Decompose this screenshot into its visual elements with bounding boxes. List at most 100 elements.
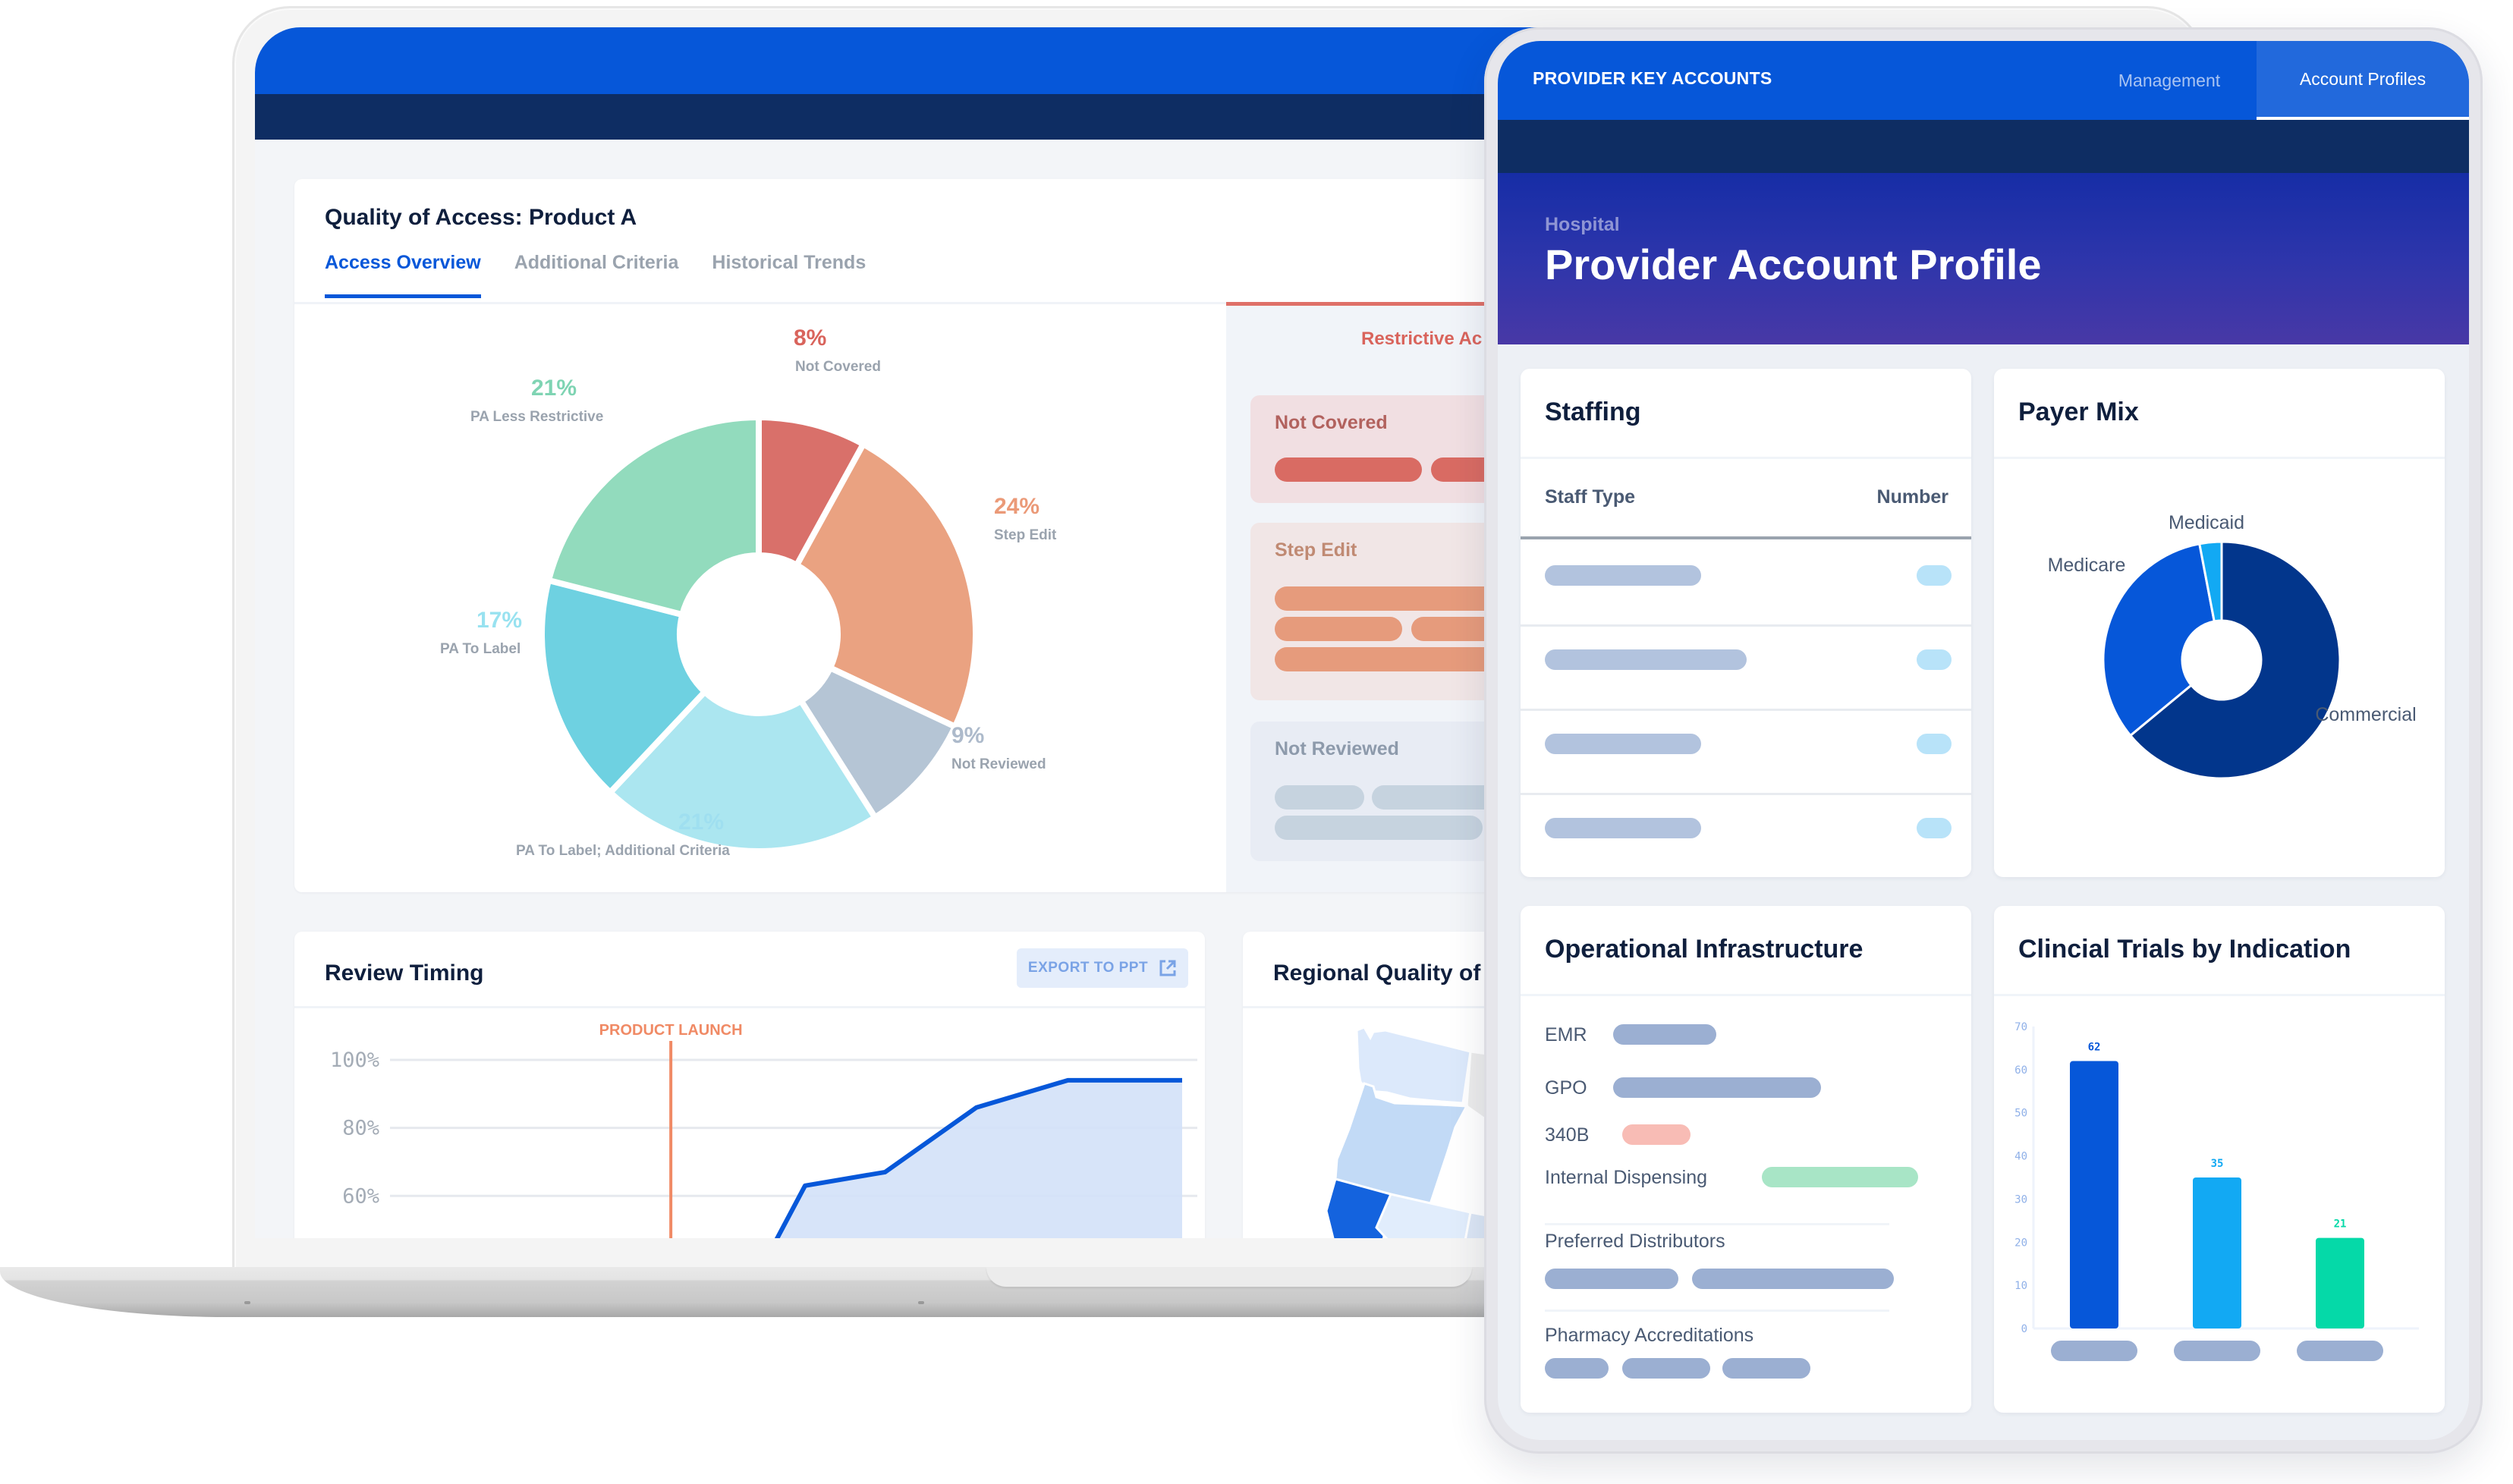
divider [1521,994,1971,996]
restrictive-access-title: Restrictive Ac [1361,329,1483,349]
tablet-screen: PROVIDER KEY ACCOUNTS Management Account… [1498,41,2469,1440]
tab-historical-trends[interactable]: Historical Trends [712,252,866,298]
category-placeholder [2297,1341,2383,1361]
laptop-foot [244,1301,250,1304]
pharmacy-accreditations-label: Pharmacy Accreditations [1545,1325,1754,1346]
ops-label-emr: EMR [1545,1024,1587,1045]
export-label: EXPORT TO PPT [1027,960,1149,976]
quality-of-access-card: Quality of Access: Product A Access Over… [294,179,1539,892]
export-to-ppt-button[interactable]: EXPORT TO PPT [1017,948,1188,988]
column-header-number[interactable]: Number [1877,486,1948,508]
placeholder-bar [1545,565,1701,586]
placeholder-bar [1613,1077,1821,1098]
review-timing-title: Review Timing [325,961,484,986]
payer-mix-title: Payer Mix [2018,398,2139,426]
tab-additional-criteria[interactable]: Additional Criteria [514,252,679,298]
slice-label-name: Not Covered [795,359,881,375]
divider [1545,1223,1889,1225]
placeholder-bar [1545,818,1701,838]
table-row[interactable] [1521,627,1971,711]
placeholder-bar [1622,1124,1691,1145]
slice-label-name: PA To Label [440,641,521,657]
placeholder-bar [1722,1358,1810,1379]
placeholder-bar [1545,1269,1678,1289]
quality-of-access-title: Quality of Access: Product A [325,205,637,230]
review-timing-chart: 100% 80% 60% PRODUCT LAUNCH [330,1022,1197,1238]
slice-label-pct: 17% [476,608,523,633]
brand-title[interactable]: PROVIDER KEY ACCOUNTS [1533,68,1772,89]
y-tick-label: 70 [2014,1021,2027,1033]
staffing-title: Staffing [1545,398,1641,426]
y-tick-label: 60% [342,1184,379,1208]
slice-label-pct: 21% [531,376,577,401]
slice-label-pct: 8% [794,325,827,351]
quality-tabs: Access Overview Additional Criteria Hist… [325,252,866,298]
placeholder-value [1917,565,1952,586]
bar[interactable] [2316,1237,2364,1328]
y-tick-label: 80% [342,1117,379,1140]
tablet-top-nav: PROVIDER KEY ACCOUNTS Management Account… [1498,41,2469,120]
placeholder-value [1917,649,1952,670]
bar[interactable] [2070,1061,2118,1328]
bar[interactable] [2193,1177,2241,1328]
placeholder-bar [1613,1024,1716,1045]
staffing-card: Staffing Staff Type Number [1521,369,1971,877]
bar-value-label: 21 [2334,1218,2347,1231]
placeholder-bar [1545,1358,1609,1379]
access-slice-pa-less-restrictive[interactable] [545,413,762,619]
group-title: Not Covered [1275,412,1388,433]
slice-label-name: Step Edit [994,527,1057,543]
placeholder-bar [1622,1358,1710,1379]
placeholder-bar [1275,785,1364,810]
slice-label-name: PA Less Restrictive [470,409,604,425]
review-timing-card: Review Timing EXPORT TO PPT 100% 80% 60% PR… [294,932,1205,1238]
payer-label: Medicare [2048,555,2126,576]
staffing-table-header: Staff Type Number [1521,459,1971,539]
external-link-icon [1159,960,1176,976]
y-tick-label: 10 [2014,1280,2027,1292]
placeholder-bar [1545,649,1747,670]
preferred-distributors-label: Preferred Distributors [1545,1231,1725,1252]
placeholder-bar [1275,457,1422,482]
y-tick-label: 0 [2021,1323,2027,1335]
ops-label-internal-dispensing: Internal Dispensing [1545,1167,1708,1188]
divider [1545,1310,1889,1312]
profile-hero: Hospital Provider Account Profile [1498,173,2469,344]
ops-label-gpo: GPO [1545,1077,1587,1099]
tab-access-overview[interactable]: Access Overview [325,252,481,298]
slice-label-pct: 9% [951,723,985,748]
category-placeholder [2174,1341,2260,1361]
ops-label-340b: 340B [1545,1124,1590,1146]
placeholder-bar [1762,1167,1918,1187]
table-row[interactable] [1521,542,1971,627]
table-row[interactable] [1521,795,1971,877]
hero-kicker: Hospital [1545,214,1620,235]
slice-label-name: PA To Label; Additional Criteria [516,843,730,859]
payer-mix-chart: Medicaid Medicare Commercial [2048,512,2417,780]
ops-title: Operational Infrastructure [1545,935,1864,964]
nav-tab-management[interactable]: Management [2082,41,2257,120]
table-row[interactable] [1521,711,1971,795]
group-title: Step Edit [1275,539,1357,561]
page-title: Provider Account Profile [1545,241,2042,288]
nav-tab-account-profiles[interactable]: Account Profiles [2257,41,2469,120]
y-tick-label: 100% [330,1049,379,1072]
regional-quality-title: Regional Quality of [1273,961,1481,986]
placeholder-bar [1545,734,1701,754]
placeholder-bar [1275,816,1483,840]
laptop-trackpad-notch [986,1267,1472,1287]
clinical-trials-chart: 0 10 20 30 40 50 60 70 62 35 21 [2014,1021,2419,1361]
slice-label-name: Not Reviewed [951,756,1046,772]
review-area [777,1080,1182,1238]
category-placeholder [2051,1341,2137,1361]
y-tick-label: 40 [2014,1151,2027,1163]
payer-mix-card: Payer Mix Medicaid Medicare Commercial [1994,369,2445,877]
y-tick-label: 20 [2014,1237,2027,1249]
slice-label-pct: 24% [994,494,1040,519]
map-state-nevada[interactable] [1375,1193,1472,1238]
access-donut-chart: 8% Not Covered 24% Step Edit 9% Not Revi… [294,304,1228,892]
clinical-trials-card: Clincial Trials by Indication 0 10 20 30 40 5… [1994,906,2445,1413]
bar-value-label: 35 [2211,1158,2224,1170]
access-donut-svg [539,413,979,854]
column-header-staff-type[interactable]: Staff Type [1545,486,1635,508]
